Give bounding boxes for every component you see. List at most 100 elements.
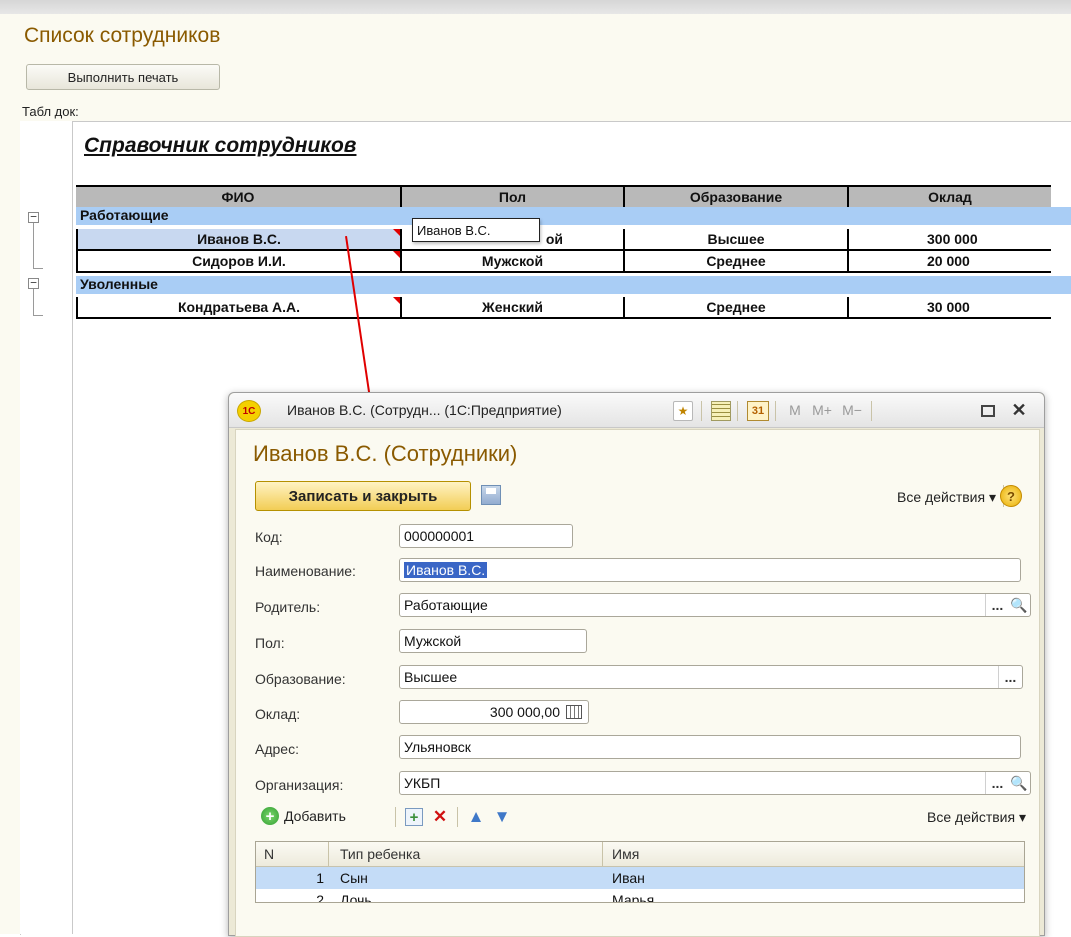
code-label: Код: <box>255 529 283 545</box>
grouping-gutter <box>20 121 73 934</box>
cell-fio[interactable]: Иванов В.С. <box>76 229 402 249</box>
tabl-doc-label: Табл док: <box>22 104 79 119</box>
organization-open-search-icon[interactable]: 🔍 <box>1008 772 1030 794</box>
parent-label: Родитель: <box>255 599 321 615</box>
group-line <box>33 268 43 269</box>
calendar-icon[interactable]: 31 <box>747 401 769 421</box>
code-field[interactable]: 000000001 <box>399 524 573 548</box>
dialog-window-title: Иванов В.С. (Сотрудн... (1С:Предприятие) <box>287 402 562 418</box>
toolbar-separator <box>871 401 872 421</box>
cell-tooltip: Иванов В.С. <box>412 218 540 242</box>
memory-minus-button[interactable]: M− <box>839 401 865 419</box>
table-row[interactable]: Сидоров И.И. Мужской Среднее 20 000 <box>76 251 1051 273</box>
column-divider <box>328 842 329 866</box>
col-child-type[interactable]: Тип ребенка <box>340 842 420 866</box>
table-all-actions-menu[interactable]: Все действия ▾ <box>927 809 1026 826</box>
delete-row-icon[interactable]: ✕ <box>431 807 449 826</box>
add-icon: + <box>261 807 279 825</box>
maximize-icon[interactable] <box>981 405 995 417</box>
favorite-icon[interactable]: ★ <box>673 401 693 421</box>
calculator-icon[interactable] <box>566 705 582 719</box>
group-line <box>33 315 43 316</box>
education-label: Образование: <box>255 671 346 687</box>
table-row[interactable]: 1 Сын Иван <box>256 867 1024 889</box>
cell-child-name: Иван <box>612 870 645 886</box>
collapse-group-icon[interactable]: − <box>28 211 39 223</box>
parent-select-button[interactable]: ... <box>985 594 1009 616</box>
group-line <box>33 223 34 269</box>
column-divider <box>602 842 603 866</box>
organization-field[interactable]: УКБП <box>399 771 1031 795</box>
education-select-button[interactable]: ... <box>998 666 1022 688</box>
organization-select-button[interactable]: ... <box>985 772 1009 794</box>
cell-fio-text: Иванов В.С. <box>197 231 281 247</box>
cell-sex[interactable]: Мужской <box>402 251 625 271</box>
move-up-icon[interactable]: ▲ <box>467 807 485 826</box>
table-row[interactable]: Иванов В.С. ой Высшее 300 000 <box>76 229 1051 251</box>
cell-fio[interactable]: Кондратьева А.А. <box>76 297 402 317</box>
cell-salary[interactable]: 300 000 <box>849 229 1051 249</box>
cell-fio[interactable]: Сидоров И.И. <box>76 251 402 271</box>
save-and-close-button[interactable]: Записать и закрыть <box>255 481 471 511</box>
help-icon[interactable]: ? <box>1000 485 1022 507</box>
add-row-button[interactable]: + Добавить <box>261 807 346 825</box>
sex-field[interactable]: Мужской <box>399 629 587 653</box>
cell-education[interactable]: Среднее <box>625 251 849 271</box>
toolbar-separator <box>701 401 702 421</box>
copy-row-icon[interactable]: + <box>405 808 423 826</box>
table-row[interactable]: 2 Дочь Марья <box>256 889 1024 902</box>
name-field-value: Иванов В.С. <box>404 562 488 578</box>
cell-salary[interactable]: 30 000 <box>849 297 1051 317</box>
col-child-name[interactable]: Имя <box>612 842 639 866</box>
children-table-header: N Тип ребенка Имя <box>256 842 1024 867</box>
cell-child-type: Сын <box>340 870 368 886</box>
move-down-icon[interactable]: ▼ <box>493 807 511 826</box>
cell-education[interactable]: Среднее <box>625 297 849 317</box>
address-field[interactable]: Ульяновск <box>399 735 1021 759</box>
dialog-titlebar[interactable]: 1С Иванов В.С. (Сотрудн... (1С:Предприят… <box>229 393 1044 428</box>
1c-logo-icon: 1С <box>237 400 261 422</box>
group-row-fired[interactable]: Уволенные <box>76 276 1071 294</box>
group-row-working[interactable]: Работающие <box>76 207 1071 225</box>
header-sex: Пол <box>402 187 625 207</box>
print-button[interactable]: Выполнить печать <box>26 64 220 90</box>
note-marker-icon[interactable] <box>393 229 400 236</box>
name-label: Наименование: <box>255 563 356 579</box>
col-n[interactable]: N <box>264 842 274 866</box>
report-title: Справочник сотрудников <box>84 134 357 157</box>
close-icon[interactable]: ✕ <box>1011 400 1027 420</box>
note-marker-icon[interactable] <box>393 251 400 258</box>
cell-salary[interactable]: 20 000 <box>849 251 1051 271</box>
sex-label: Пол: <box>255 635 285 651</box>
memory-m-button[interactable]: M <box>787 401 803 419</box>
parent-field[interactable]: Работающие <box>399 593 1031 617</box>
note-marker-icon[interactable] <box>393 297 400 304</box>
name-field[interactable]: Иванов В.С. <box>399 558 1021 582</box>
memory-plus-button[interactable]: M+ <box>809 401 835 419</box>
salary-label: Оклад: <box>255 706 301 722</box>
toolbar-separator <box>457 807 458 827</box>
dialog-title: Иванов В.С. (Сотрудники) <box>253 441 518 466</box>
salary-field[interactable]: 300 000,00 <box>399 700 589 724</box>
group-line <box>33 289 34 316</box>
form-title: Список сотрудников <box>24 24 221 47</box>
save-icon[interactable] <box>481 485 501 505</box>
table-icon[interactable] <box>711 401 731 421</box>
collapse-group-icon[interactable]: − <box>28 277 39 289</box>
all-actions-menu[interactable]: Все действия ▾ <box>897 489 996 506</box>
organization-label: Организация: <box>255 777 344 793</box>
address-label: Адрес: <box>255 741 299 757</box>
add-row-label: Добавить <box>284 808 346 824</box>
cell-n: 1 <box>316 870 324 886</box>
table-row[interactable]: Кондратьева А.А. Женский Среднее 30 000 <box>76 297 1051 319</box>
header-education: Образование <box>625 187 849 207</box>
cell-n: 2 <box>316 892 324 902</box>
education-field[interactable]: Высшее <box>399 665 1023 689</box>
cell-education[interactable]: Высшее <box>625 229 849 249</box>
parent-open-search-icon[interactable]: 🔍 <box>1008 594 1030 616</box>
toolbar-separator <box>395 807 396 827</box>
cell-sex[interactable]: Женский <box>402 297 625 317</box>
header-salary: Оклад <box>928 189 972 205</box>
header-fio: ФИО <box>76 187 402 207</box>
children-table[interactable]: N Тип ребенка Имя 1 Сын Иван 2 Дочь Марь… <box>255 841 1025 903</box>
